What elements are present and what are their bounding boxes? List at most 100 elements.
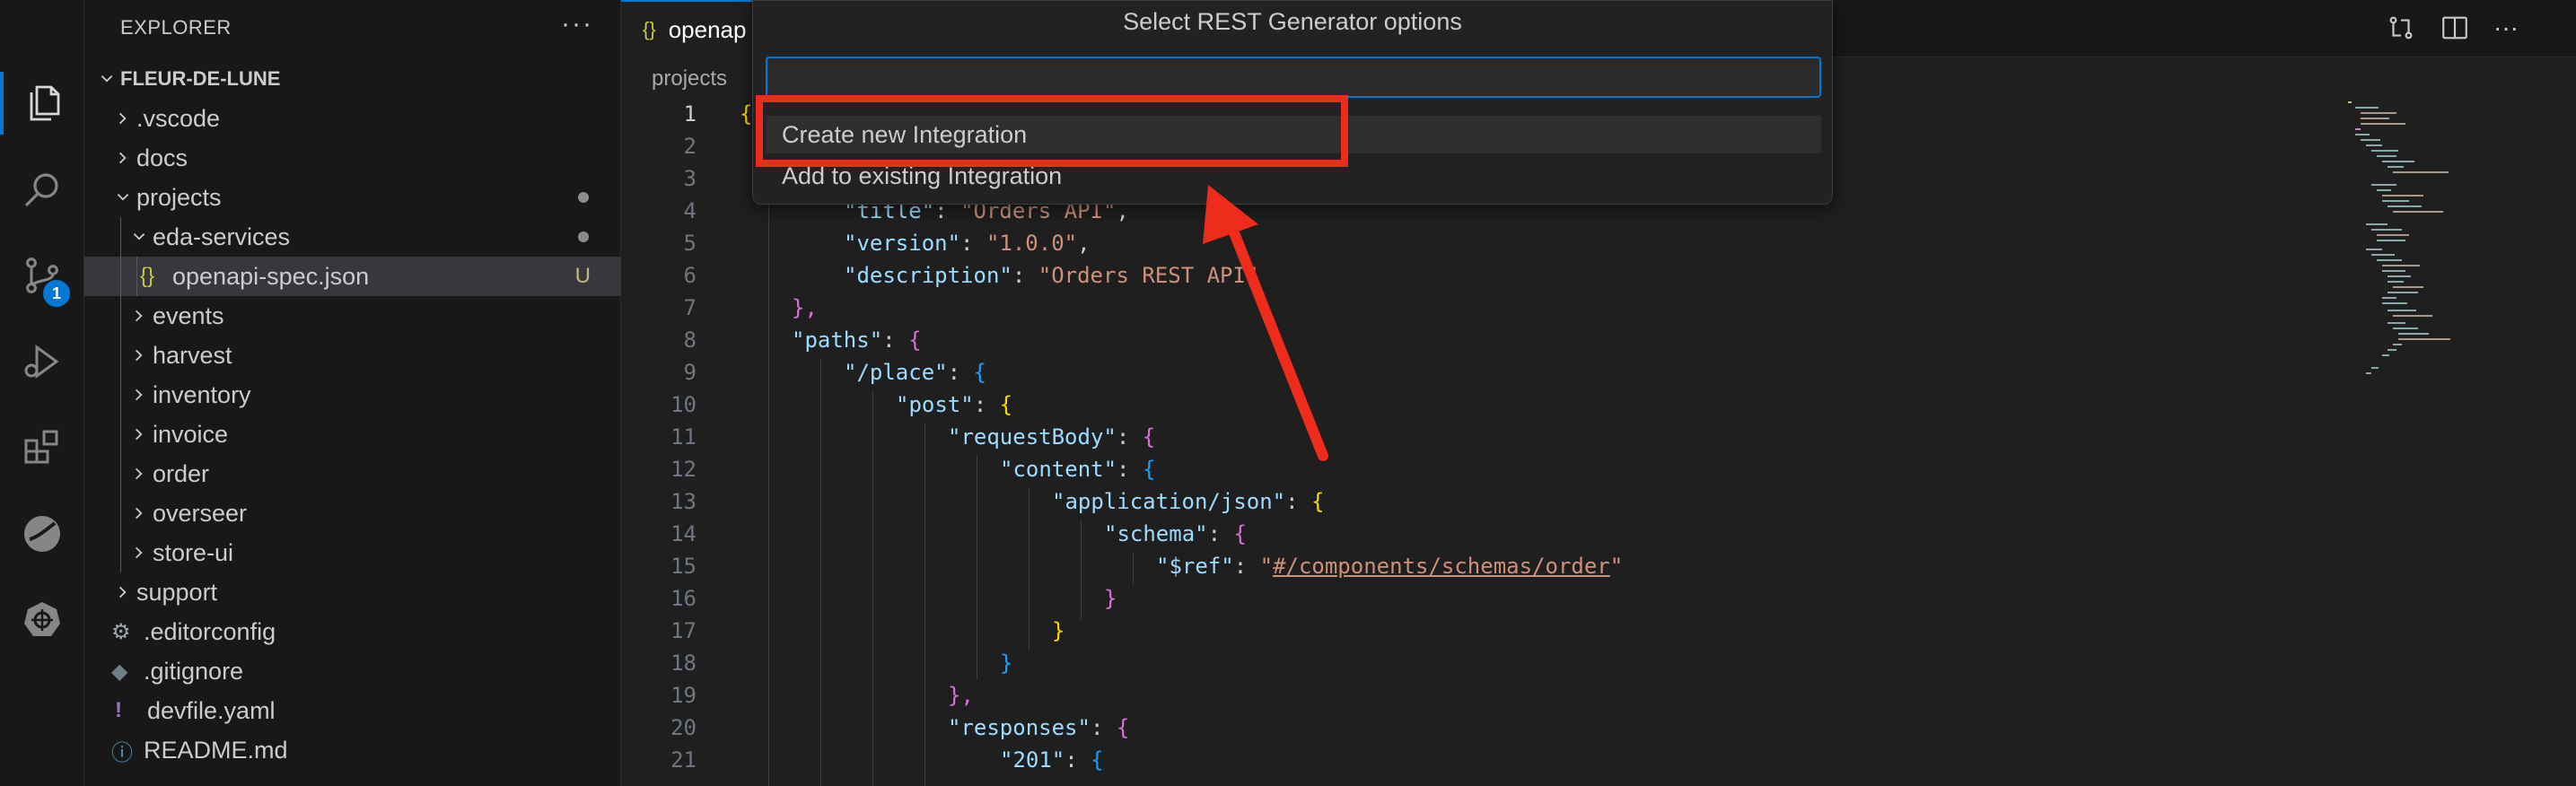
tree-item-label: inventory <box>153 380 251 408</box>
line-number: 11 <box>670 424 697 450</box>
tree-item-label: harvest <box>153 341 232 369</box>
red-hat-activity-button[interactable] <box>0 502 84 565</box>
workspace-root-label: FLEUR-DE-LUNE <box>120 67 281 90</box>
brace: }, <box>948 683 974 708</box>
code-line-21[interactable]: "201": { <box>1000 747 1104 773</box>
search-activity-button[interactable] <box>0 160 84 223</box>
line-number: 8 <box>683 328 697 353</box>
gear-icon: ⚙ <box>111 619 131 644</box>
line-number: 18 <box>670 651 697 676</box>
line-number: 17 <box>670 618 697 643</box>
line-number: 7 <box>683 295 697 320</box>
line-number: 13 <box>670 489 697 514</box>
indent-guide <box>120 296 121 336</box>
tab-openapi-spec[interactable]: {} openap <box>621 0 768 57</box>
code-line-18[interactable]: } <box>1000 651 1012 676</box>
chevron-down-icon <box>110 178 136 217</box>
minimap[interactable] <box>2343 99 2468 413</box>
tree-item-docs[interactable]: docs <box>84 138 621 178</box>
code-line-5[interactable]: "version": "1.0.0", <box>844 231 1091 256</box>
tree-item-editorconfig[interactable]: ⚙ .editorconfig <box>84 612 621 651</box>
kubernetes-icon <box>24 602 60 636</box>
tree-item-projects[interactable]: projects <box>84 178 621 217</box>
chevron-right-icon <box>126 296 153 336</box>
more-actions-icon[interactable]: ··· <box>2493 13 2524 43</box>
tree-item-label: projects <box>136 183 222 211</box>
workspace-root[interactable]: FLEUR-DE-LUNE <box>84 59 621 99</box>
json-key: "responses" <box>948 715 1091 740</box>
tree-item-overseer[interactable]: overseer <box>84 493 621 533</box>
json-key: "requestBody" <box>948 424 1117 450</box>
json-key: "schema" <box>1104 521 1208 546</box>
chevron-right-icon <box>126 375 153 415</box>
explorer-sidebar: EXPLORER ··· FLEUR-DE-LUNE .vscode docs … <box>84 0 621 786</box>
code-line-1[interactable]: { <box>740 101 752 127</box>
source-control-activity-button[interactable]: 1 <box>0 244 84 307</box>
code-line-8[interactable]: "paths": { <box>792 328 922 353</box>
indent-guide <box>120 533 121 572</box>
code-line-19[interactable]: }, <box>948 683 974 708</box>
line-number: 14 <box>670 521 697 546</box>
tree-item-events[interactable]: events <box>84 296 621 336</box>
explorer-activity-button[interactable] <box>0 72 84 135</box>
chevron-right-icon <box>126 493 153 533</box>
tree-item-order[interactable]: order <box>84 454 621 493</box>
indent-guide <box>120 217 121 257</box>
code-line-16[interactable]: } <box>1104 586 1117 611</box>
code-line-9[interactable]: "/place": { <box>844 360 986 385</box>
more-actions-icon[interactable]: ··· <box>561 9 593 39</box>
tree-item-label: eda-services <box>153 223 291 250</box>
chevron-right-icon <box>110 572 136 612</box>
code-line-15[interactable]: "$ref": "#/components/schemas/order" <box>1156 554 1623 579</box>
tree-item-eda-services[interactable]: eda-services <box>84 217 621 257</box>
tree-item-inventory[interactable]: inventory <box>84 375 621 415</box>
tree-item-harvest[interactable]: harvest <box>84 336 621 375</box>
code-line-12[interactable]: "content": { <box>1000 457 1155 482</box>
tree-item-readme[interactable]: ⓘ README.md <box>84 730 621 770</box>
tree-item-label: devfile.yaml <box>147 696 276 724</box>
code-line-14[interactable]: "schema": { <box>1104 521 1247 546</box>
code-line-13[interactable]: "application/json": { <box>1052 489 1324 514</box>
compare-changes-icon[interactable] <box>2386 13 2416 43</box>
tree-item-openapi-spec[interactable]: {} openapi-spec.json U <box>84 257 621 296</box>
chevron-right-icon <box>126 336 153 375</box>
tree-item-store-ui[interactable]: store-ui <box>84 533 621 572</box>
json-value: "Orders REST API" <box>1038 263 1259 288</box>
line-number: 6 <box>683 263 697 288</box>
line-number: 19 <box>670 683 697 708</box>
sidebar-title: EXPLORER <box>120 16 232 39</box>
json-value: "1.0.0" <box>986 231 1078 256</box>
line-number: 9 <box>683 360 697 385</box>
run-debug-activity-button[interactable] <box>0 330 84 393</box>
code-line-10[interactable]: "post": { <box>896 392 1012 417</box>
indent-guide <box>1133 553 1134 585</box>
split-editor-icon[interactable] <box>2440 13 2470 43</box>
untracked-status: U <box>574 264 591 288</box>
json-key: "paths" <box>792 328 883 353</box>
code-line-20[interactable]: "responses": { <box>948 715 1129 740</box>
indent-guide <box>120 375 121 415</box>
quick-pick-title: Select REST Generator options <box>1123 7 1462 35</box>
tree-item-support[interactable]: support <box>84 572 621 612</box>
code-line-11[interactable]: "requestBody": { <box>948 424 1155 450</box>
kubernetes-activity-button[interactable] <box>0 589 84 651</box>
json-key: "application/json" <box>1052 489 1286 514</box>
run-debug-icon <box>24 345 59 379</box>
breadcrumb[interactable]: projects <box>652 66 727 92</box>
tree-item-vscode[interactable]: .vscode <box>84 99 621 138</box>
tree-item-invoice[interactable]: invoice <box>84 415 621 454</box>
code-line-6[interactable]: "description": "Orders REST API" <box>844 263 1258 288</box>
indent-guide <box>136 257 137 296</box>
line-number: 5 <box>683 231 697 256</box>
code-line-7[interactable]: }, <box>792 295 818 320</box>
extensions-activity-button[interactable] <box>0 416 84 479</box>
indent-guide <box>820 359 821 786</box>
red-hat-icon <box>24 516 60 552</box>
code-line-17[interactable]: } <box>1052 618 1065 643</box>
tree-item-gitignore[interactable]: ◆ .gitignore <box>84 651 621 691</box>
tree-item-devfile[interactable]: ! devfile.yaml <box>84 691 621 730</box>
quick-pick-input[interactable] <box>766 57 1821 98</box>
ref-link[interactable]: #/components/schemas/order <box>1273 554 1610 579</box>
tree-item-label: docs <box>136 144 188 171</box>
line-number: 4 <box>683 198 697 223</box>
